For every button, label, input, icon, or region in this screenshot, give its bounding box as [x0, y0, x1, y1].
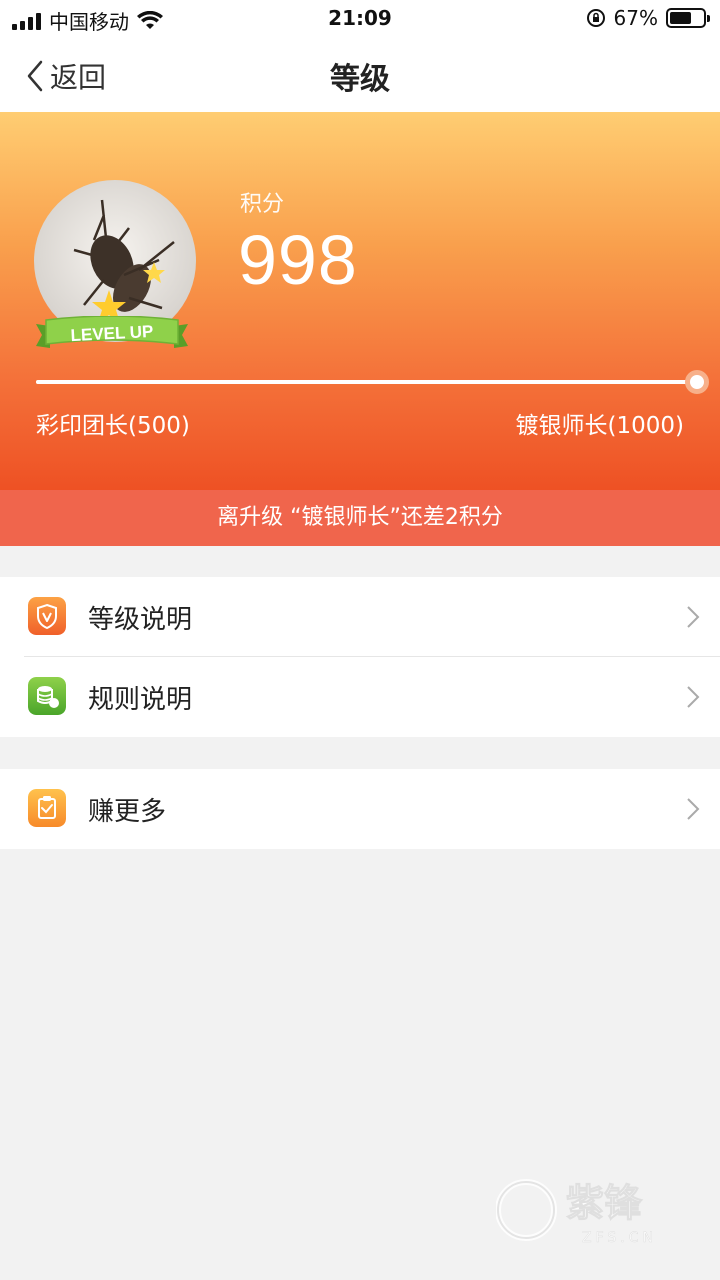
menu-item-label: 赚更多: [88, 797, 167, 827]
menu-item-label: 规则说明: [88, 685, 193, 715]
chevron-right-icon: [687, 606, 700, 628]
menu-item-earn-more[interactable]: 赚更多: [0, 769, 720, 849]
next-level-label: 镀银师长(1000): [515, 413, 684, 439]
chevron-right-icon: [687, 686, 700, 708]
current-level-label: 彩印团长(500): [36, 413, 190, 439]
score-label: 积分: [240, 192, 285, 217]
menu-item-rule-desc[interactable]: 规则说明: [0, 657, 720, 737]
avatar-block: LEVEL UP: [34, 180, 196, 370]
menu-item-level-desc[interactable]: 等级说明: [0, 577, 720, 657]
menu-item-label: 等级说明: [88, 605, 193, 635]
shield-icon: [28, 597, 66, 635]
watermark-logo: 紫锋 ZFS.CN: [496, 1179, 657, 1246]
svg-text:紫锋: 紫锋: [566, 1181, 643, 1225]
level-up-badge: LEVEL UP: [36, 316, 188, 348]
upgrade-notice: 离升级 “镀银师长”还差2积分: [0, 490, 720, 546]
level-up-text: LEVEL UP: [70, 322, 154, 345]
earn-menu: 赚更多: [0, 769, 720, 849]
battery-icon: [666, 8, 710, 28]
clipboard-check-icon: [28, 789, 66, 827]
nav-bar: 返回 等级: [0, 36, 720, 112]
battery-percent: 67%: [613, 6, 658, 30]
info-menu: 等级说明 规则说明: [0, 577, 720, 737]
page-title: 等级: [330, 62, 390, 97]
level-hero: LEVEL UP 积分 998 彩印团长(500) 镀银师长(1000): [0, 112, 720, 490]
status-bar: 中国移动 21:09 67%: [0, 0, 720, 36]
level-progress-fill: [36, 380, 698, 384]
chevron-right-icon: [687, 798, 700, 820]
level-progress-track: [36, 380, 700, 384]
svg-text:ZFS.CN: ZFS.CN: [582, 1230, 657, 1246]
level-progress-knob: [685, 370, 710, 394]
coins-icon: [28, 677, 66, 715]
score-value: 998: [238, 221, 358, 299]
rotation-lock-icon: [586, 9, 605, 27]
